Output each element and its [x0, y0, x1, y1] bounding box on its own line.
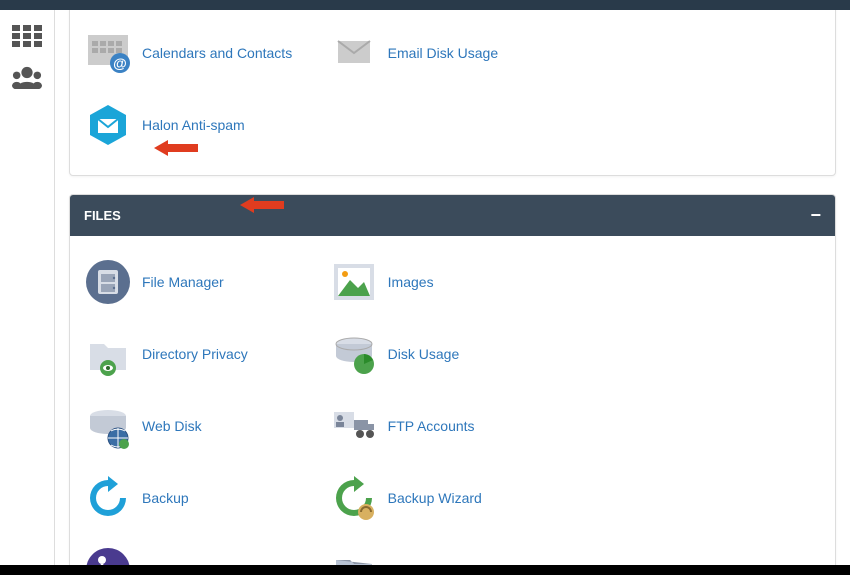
disk-usage-icon — [330, 330, 378, 378]
file-manager-icon — [84, 258, 132, 306]
item-web-disk[interactable]: Web Disk — [84, 390, 330, 462]
item-backup-wizard[interactable]: Backup Wizard — [330, 462, 576, 534]
web-disk-icon — [84, 402, 132, 450]
item-directory-privacy[interactable]: Directory Privacy — [84, 318, 330, 390]
panel-title: FILES — [84, 208, 121, 223]
item-label: Directory Privacy — [142, 346, 248, 362]
item-label: Images — [388, 274, 434, 290]
item-disk-usage[interactable]: Disk Usage — [330, 318, 576, 390]
apps-grid-icon[interactable] — [12, 25, 42, 47]
backup-wizard-icon — [330, 474, 378, 522]
images-icon — [330, 258, 378, 306]
item-file-manager[interactable]: File Manager — [84, 246, 330, 318]
item-label: Halon Anti-spam — [142, 117, 245, 133]
item-label: Email Disk Usage — [388, 45, 498, 61]
item-label: Calendars and Contacts — [142, 45, 292, 61]
item-images[interactable]: Images — [330, 246, 576, 318]
main-content: @ Calendars and Contacts Email Disk Usag… — [55, 10, 850, 575]
item-label: File Manager — [142, 274, 224, 290]
directory-privacy-icon — [84, 330, 132, 378]
files-panel-header[interactable]: FILES − — [70, 195, 835, 236]
svg-text:@: @ — [113, 55, 127, 71]
email-disk-icon — [330, 29, 378, 77]
top-bar — [0, 0, 850, 10]
ftp-icon — [330, 402, 378, 450]
files-panel: FILES − File Manager Images — [69, 194, 836, 575]
item-label: Backup Wizard — [388, 490, 482, 506]
bottom-bar — [0, 565, 850, 575]
email-panel: @ Calendars and Contacts Email Disk Usag… — [69, 10, 836, 176]
item-backup[interactable]: Backup — [84, 462, 330, 534]
item-label: Disk Usage — [388, 346, 460, 362]
calendar-contacts-icon: @ — [84, 29, 132, 77]
collapse-icon[interactable]: − — [810, 205, 821, 226]
backup-icon — [84, 474, 132, 522]
item-label: Web Disk — [142, 418, 202, 434]
item-label: FTP Accounts — [388, 418, 475, 434]
sidebar — [0, 10, 55, 575]
users-icon[interactable] — [12, 65, 42, 91]
item-halon[interactable]: Halon Anti-spam — [84, 89, 330, 161]
item-calendars-contacts[interactable]: @ Calendars and Contacts — [84, 17, 330, 89]
item-label: Backup — [142, 490, 189, 506]
item-ftp-accounts[interactable]: FTP Accounts — [330, 390, 576, 462]
halon-icon — [84, 101, 132, 149]
item-email-disk-usage[interactable]: Email Disk Usage — [330, 17, 576, 89]
